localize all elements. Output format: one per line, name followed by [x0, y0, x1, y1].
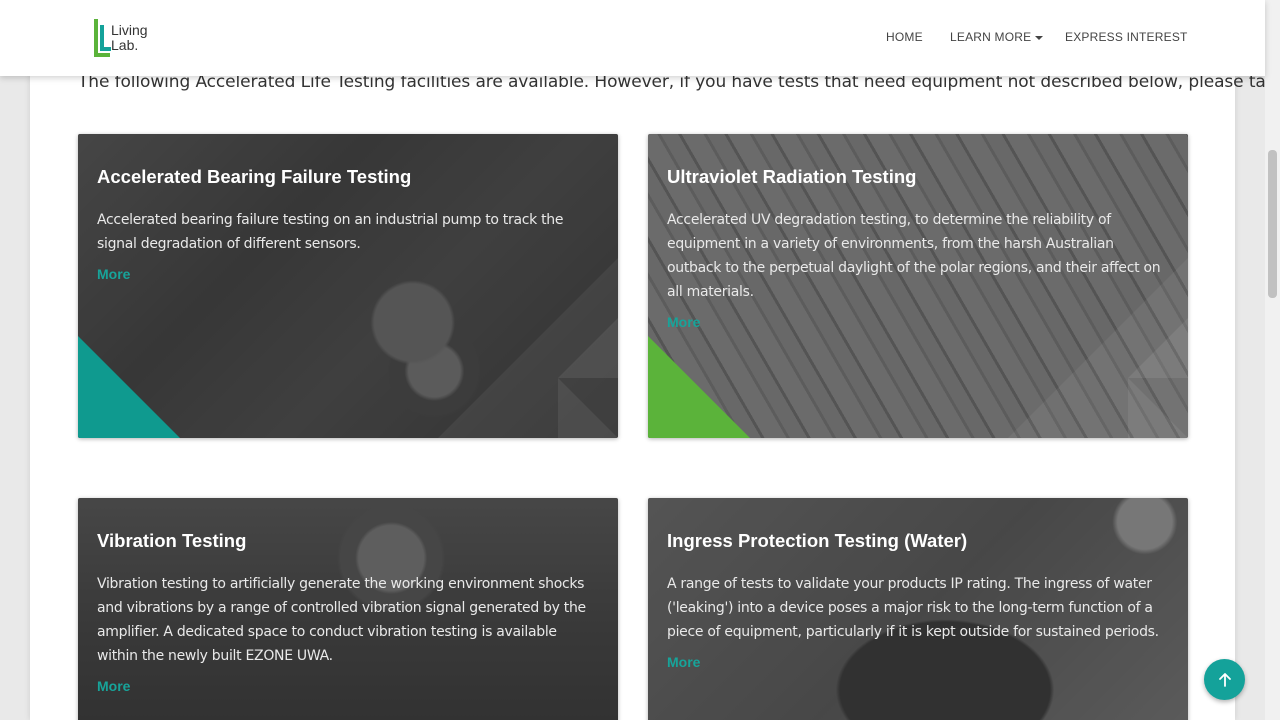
arrow-up-icon [1218, 672, 1231, 687]
card-description: A range of tests to validate your produc… [667, 576, 1159, 640]
logo-mark-icon [94, 19, 111, 57]
more-link[interactable]: More [667, 314, 700, 330]
more-link[interactable]: More [97, 678, 130, 694]
page-content: The following Accelerated Life Testing f… [30, 0, 1280, 720]
nav-express-interest[interactable]: EXPRESS INTEREST [1065, 30, 1188, 44]
caret-down-icon [1035, 35, 1044, 40]
card-description: Accelerated UV degradation testing, to d… [667, 212, 1161, 300]
brand-name-line1: Living [111, 22, 148, 38]
nav-learn-more-label: LEARN MORE [950, 30, 1032, 44]
card-description: Accelerated bearing failure testing on a… [97, 212, 564, 252]
top-navbar: Living Lab. HOME LEARN MORE EXPRESS INTE… [0, 0, 1265, 76]
card-description: Vibration testing to artificially genera… [97, 576, 586, 664]
nav-learn-more[interactable]: LEARN MORE [950, 30, 1044, 44]
back-to-top-button[interactable] [1204, 659, 1245, 700]
accent-triangle [648, 336, 750, 438]
living-lab-logo[interactable]: Living Lab. [93, 17, 157, 61]
facility-card-ingress: Ingress Protection Testing (Water) A ran… [648, 498, 1188, 720]
page-scrollbar[interactable] [1265, 0, 1280, 720]
facility-card-uv: Ultraviolet Radiation Testing Accelerate… [648, 134, 1188, 438]
card-title: Accelerated Bearing Failure Testing [97, 166, 412, 187]
pattern-decoration [438, 258, 618, 438]
accent-triangle [78, 336, 180, 438]
card-title: Vibration Testing [97, 530, 247, 551]
scrollbar-thumb[interactable] [1268, 150, 1277, 298]
nav-home[interactable]: HOME [886, 30, 923, 44]
card-title: Ingress Protection Testing (Water) [667, 530, 968, 551]
more-link[interactable]: More [97, 266, 130, 282]
brand-name-line2: Lab. [111, 37, 139, 53]
facility-card-bearing: Accelerated Bearing Failure Testing Acce… [78, 134, 618, 438]
more-link[interactable]: More [667, 654, 700, 670]
card-title: Ultraviolet Radiation Testing [667, 166, 917, 187]
facility-card-vibration: Vibration Testing Vibration testing to a… [78, 498, 618, 720]
